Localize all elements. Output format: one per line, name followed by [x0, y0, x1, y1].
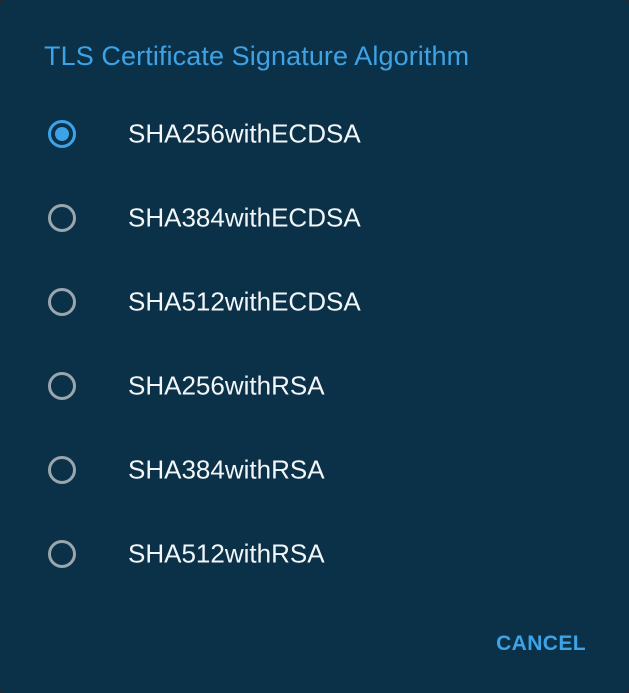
- option-sha256withecdsa[interactable]: SHA256withECDSA: [0, 92, 629, 176]
- option-label: SHA512withECDSA: [128, 286, 361, 317]
- option-label: SHA512withRSA: [128, 538, 325, 569]
- option-sha512withecdsa[interactable]: SHA512withECDSA: [0, 260, 629, 344]
- radio-unselected-icon[interactable]: [48, 204, 76, 232]
- radio-unselected-icon[interactable]: [48, 540, 76, 568]
- option-sha384withrsa[interactable]: SHA384withRSA: [0, 428, 629, 512]
- option-sha256withrsa[interactable]: SHA256withRSA: [0, 344, 629, 428]
- option-label: SHA384withRSA: [128, 454, 325, 485]
- radio-unselected-icon[interactable]: [48, 372, 76, 400]
- radio-unselected-icon[interactable]: [48, 456, 76, 484]
- option-sha384withecdsa[interactable]: SHA384withECDSA: [0, 176, 629, 260]
- option-label: SHA256withECDSA: [128, 118, 361, 149]
- signature-algorithm-dialog: TLS Certificate Signature Algorithm SHA2…: [0, 0, 629, 693]
- dialog-title: TLS Certificate Signature Algorithm: [44, 41, 470, 71]
- cancel-button[interactable]: CANCEL: [496, 628, 586, 660]
- radio-unselected-icon[interactable]: [48, 288, 76, 316]
- option-label: SHA384withECDSA: [128, 202, 361, 233]
- option-label: SHA256withRSA: [128, 370, 325, 401]
- radio-selected-icon[interactable]: [48, 120, 76, 148]
- algorithm-options-list: SHA256withECDSA SHA384withECDSA SHA512wi…: [0, 92, 629, 596]
- option-sha512withrsa[interactable]: SHA512withRSA: [0, 512, 629, 596]
